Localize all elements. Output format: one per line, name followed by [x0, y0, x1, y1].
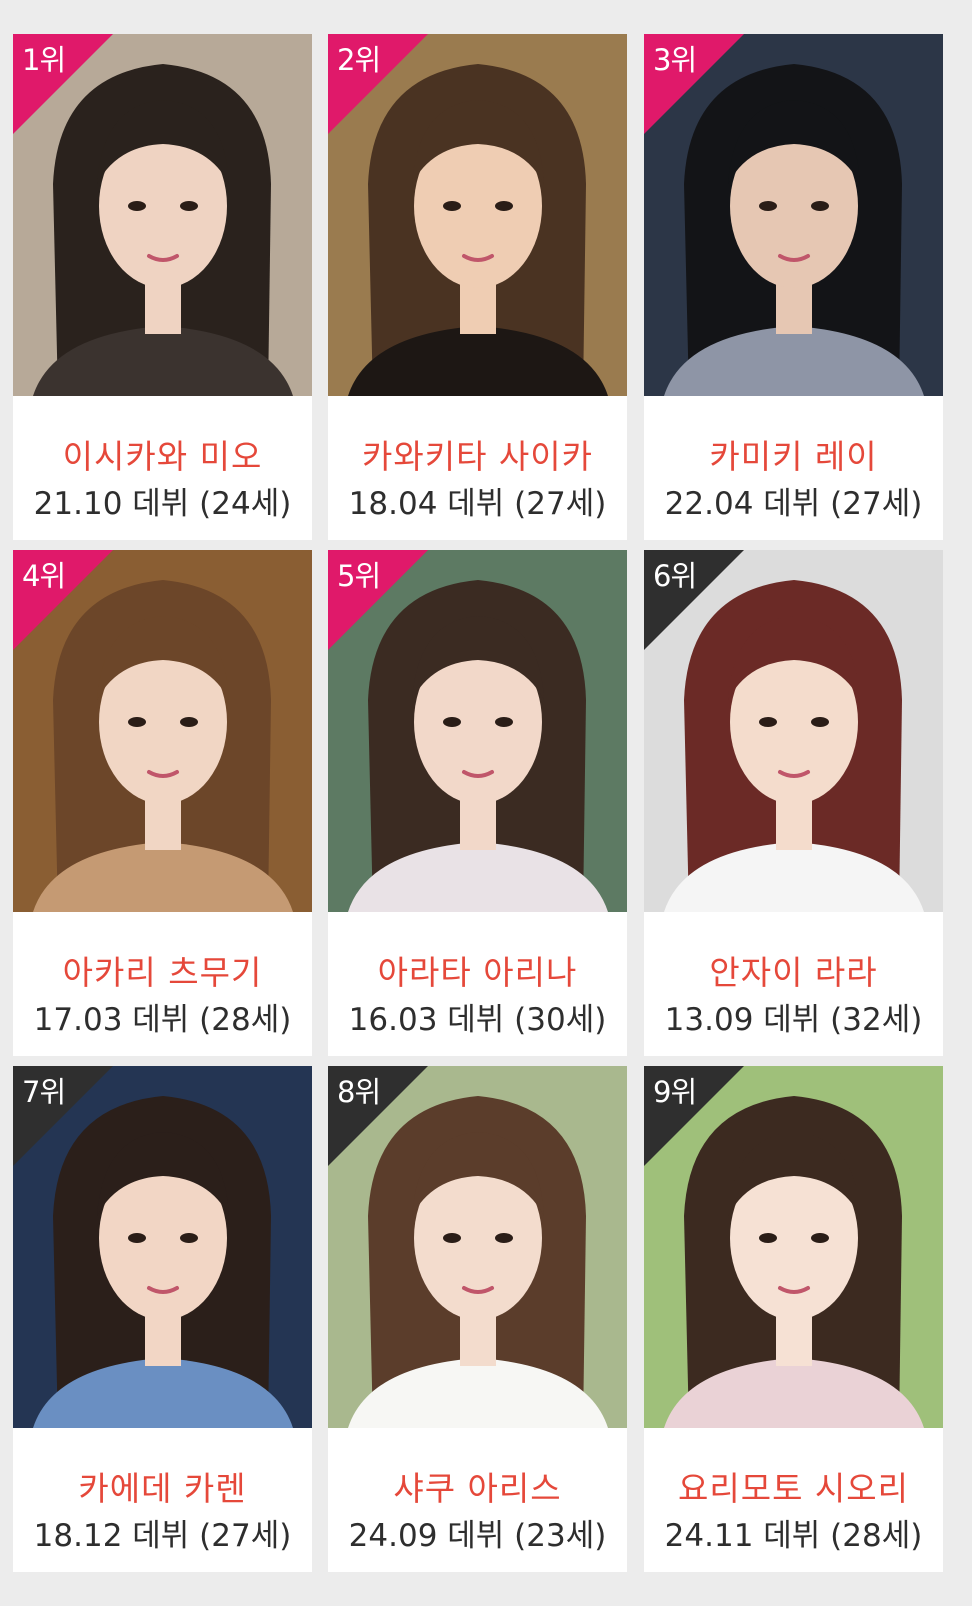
debut-info: 17.03 데뷔 (28세): [33, 1002, 292, 1038]
actress-card-3[interactable]: 3위 카미키 레이 22.04 데뷔 (27세): [644, 34, 943, 540]
rank-label: 3위: [653, 43, 697, 77]
actress-name[interactable]: 카미키 레이: [644, 436, 943, 478]
actress-card-2[interactable]: 2위 카와키타 사이카 18.04 데뷔 (27세): [328, 34, 627, 540]
debut-info: 13.09 데뷔 (32세): [664, 1002, 923, 1038]
actress-name[interactable]: 카에데 카렌: [13, 1468, 312, 1510]
rank-label: 6위: [653, 559, 697, 593]
actress-name[interactable]: 아라타 아리나: [328, 952, 627, 994]
actress-name[interactable]: 아카리 츠무기: [13, 952, 312, 994]
rank-label: 8위: [337, 1075, 381, 1109]
debut-info: 18.04 데뷔 (27세): [348, 486, 607, 522]
ranking-grid: 1위 이시카와 미오 21.10 데뷔 (24세) 2위 카와키타 사이카 18…: [0, 0, 972, 1606]
actress-card-7[interactable]: 7위 카에데 카렌 18.12 데뷔 (27세): [13, 1066, 312, 1572]
rank-label: 4위: [22, 559, 66, 593]
actress-card-1[interactable]: 1위 이시카와 미오 21.10 데뷔 (24세): [13, 34, 312, 540]
rank-label: 5위: [337, 559, 381, 593]
debut-info: 16.03 데뷔 (30세): [348, 1002, 607, 1038]
actress-name[interactable]: 카와키타 사이카: [328, 436, 627, 478]
debut-info: 22.04 데뷔 (27세): [664, 486, 923, 522]
rank-label: 9위: [653, 1075, 697, 1109]
actress-card-4[interactable]: 4위 아카리 츠무기 17.03 데뷔 (28세): [13, 550, 312, 1056]
actress-name[interactable]: 안자이 라라: [644, 952, 943, 994]
actress-name[interactable]: 요리모토 시오리: [644, 1468, 943, 1510]
rank-label: 1위: [22, 43, 66, 77]
actress-card-5[interactable]: 5위 아라타 아리나 16.03 데뷔 (30세): [328, 550, 627, 1056]
rank-label: 7위: [22, 1075, 66, 1109]
debut-info: 21.10 데뷔 (24세): [33, 486, 292, 522]
actress-card-9[interactable]: 9위 요리모토 시오리 24.11 데뷔 (28세): [644, 1066, 943, 1572]
rank-label: 2위: [337, 43, 381, 77]
actress-card-6[interactable]: 6위 안자이 라라 13.09 데뷔 (32세): [644, 550, 943, 1056]
debut-info: 24.09 데뷔 (23세): [348, 1518, 607, 1554]
actress-name[interactable]: 이시카와 미오: [13, 436, 312, 478]
actress-name[interactable]: 샤쿠 아리스: [328, 1468, 627, 1510]
debut-info: 24.11 데뷔 (28세): [664, 1518, 923, 1554]
debut-info: 18.12 데뷔 (27세): [33, 1518, 292, 1554]
actress-card-8[interactable]: 8위 샤쿠 아리스 24.09 데뷔 (23세): [328, 1066, 627, 1572]
